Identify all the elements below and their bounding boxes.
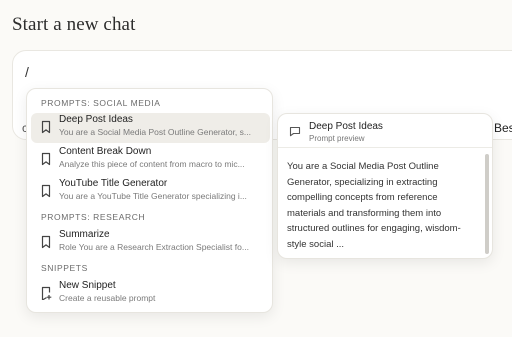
menu-item-subtitle: Analyze this piece of content from macro… <box>59 159 245 169</box>
chat-input[interactable]: / <box>25 64 29 80</box>
section-label-research: PROMPTS: RESEARCH <box>41 212 146 222</box>
bookmark-plus-icon <box>41 286 52 300</box>
menu-item-subtitle: Role You are a Research Extraction Speci… <box>59 242 249 252</box>
menu-item-title: YouTube Title Generator <box>59 178 168 189</box>
menu-item-deep-post-ideas[interactable]: Deep Post Ideas You are a Social Media P… <box>31 113 270 143</box>
bookmark-icon <box>41 184 51 198</box>
preview-body: You are a Social Media Post Outline Gene… <box>287 161 461 250</box>
slash-command-menu: PROMPTS: SOCIAL MEDIA Deep Post Ideas Yo… <box>26 88 273 313</box>
prompt-preview-panel: Deep Post Ideas Prompt preview You are a… <box>277 113 493 259</box>
preview-subtitle: Prompt preview <box>309 134 365 143</box>
chat-bubble-icon <box>289 126 301 137</box>
menu-item-title: Summarize <box>59 229 110 240</box>
bookmark-icon <box>41 235 51 249</box>
composer-obscured-text-right[interactable]: Bes <box>494 121 512 135</box>
menu-item-summarize[interactable]: Summarize Role You are a Research Extrac… <box>31 228 270 258</box>
menu-item-content-break-down[interactable]: Content Break Down Analyze this piece of… <box>31 145 270 175</box>
menu-item-subtitle: You are a Social Media Post Outline Gene… <box>59 127 251 137</box>
page-title: Start a new chat <box>12 14 136 35</box>
section-label-social-media: PROMPTS: SOCIAL MEDIA <box>41 98 161 108</box>
menu-item-youtube-title-generator[interactable]: YouTube Title Generator You are a YouTub… <box>31 177 270 207</box>
bookmark-icon <box>41 152 51 166</box>
menu-item-subtitle: Create a reusable prompt <box>59 293 156 303</box>
menu-item-title: New Snippet <box>59 280 116 291</box>
menu-item-title: Content Break Down <box>59 146 152 157</box>
section-label-snippets: SNIPPETS <box>41 263 88 273</box>
bookmark-icon <box>41 120 51 134</box>
preview-scrollbar[interactable] <box>485 154 489 254</box>
menu-item-title: Deep Post Ideas <box>59 114 133 125</box>
preview-header: Deep Post Ideas Prompt preview <box>278 114 492 148</box>
menu-item-subtitle: You are a YouTube Title Generator specia… <box>59 191 247 201</box>
menu-item-new-snippet[interactable]: New Snippet Create a reusable prompt <box>31 279 270 309</box>
preview-title: Deep Post Ideas <box>309 121 383 132</box>
